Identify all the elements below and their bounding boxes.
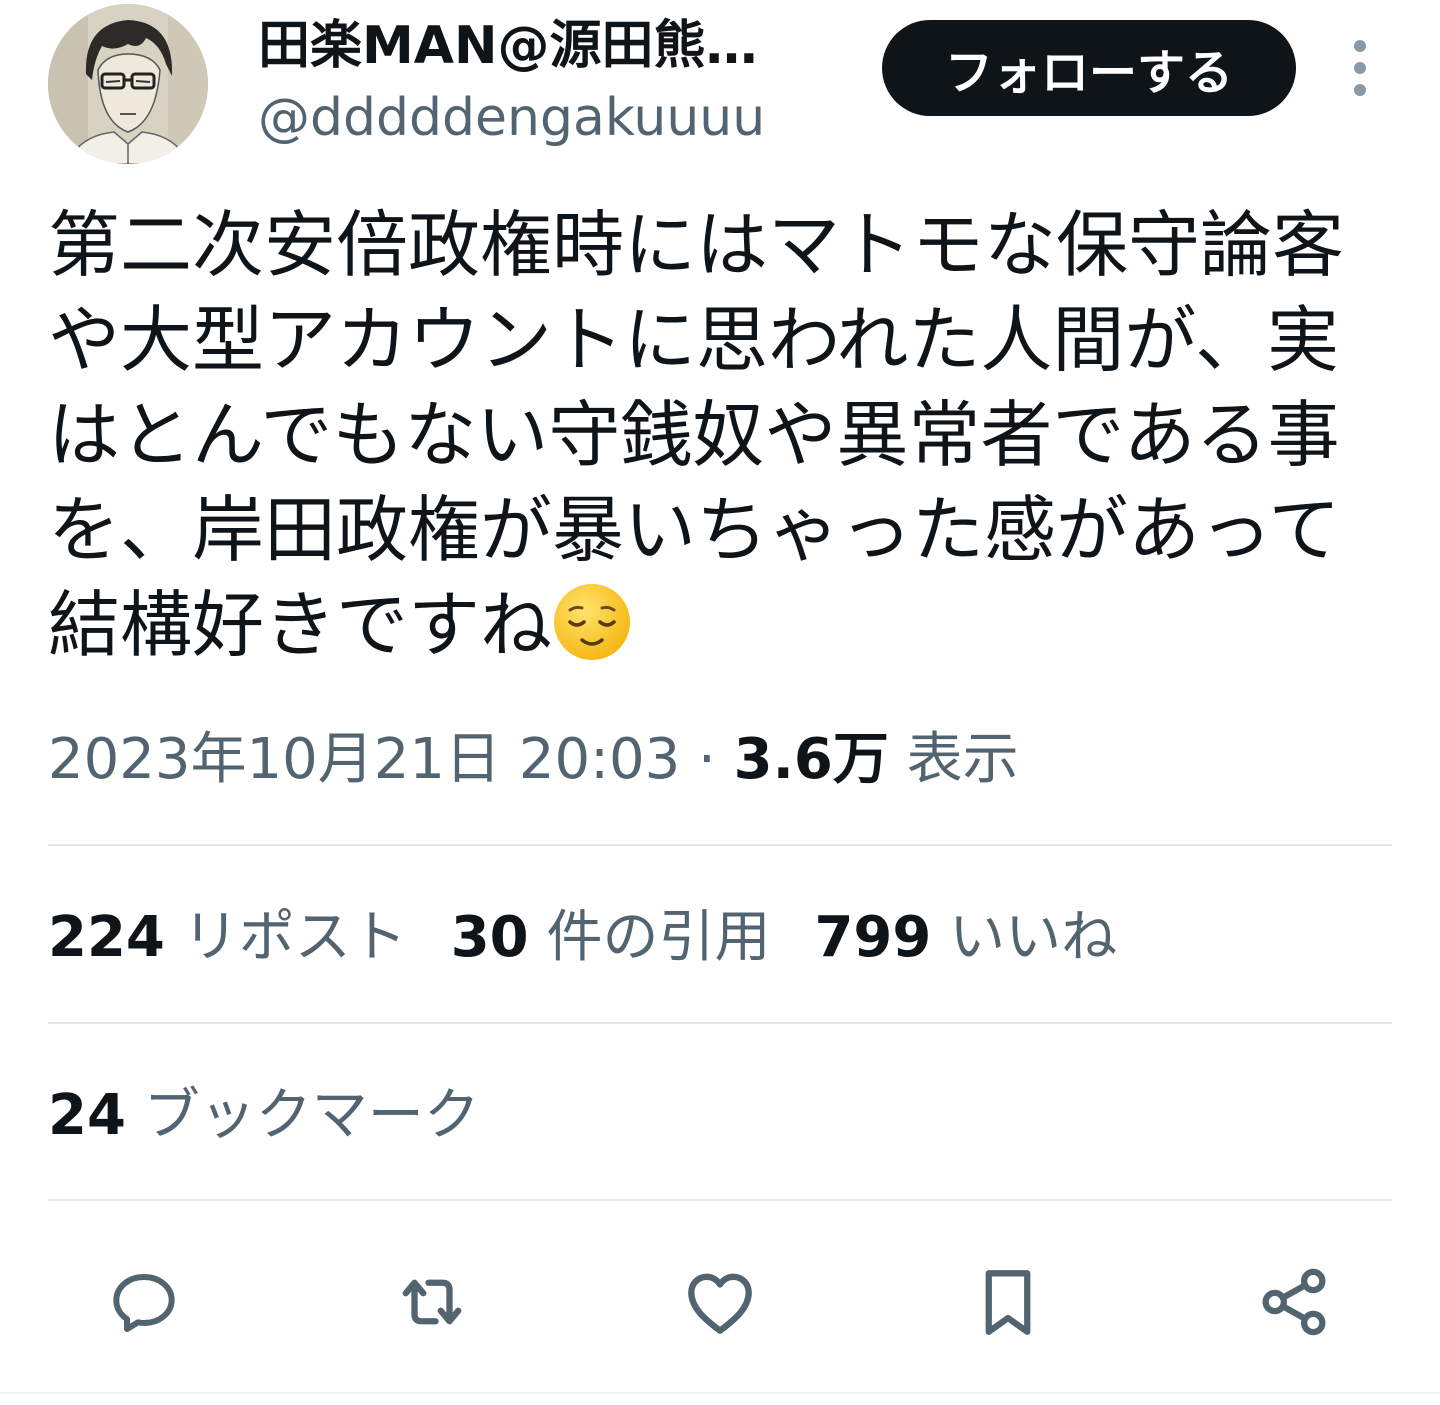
bottom-divider	[0, 1392, 1440, 1394]
manga-character-avatar-icon	[48, 4, 208, 164]
quotes-count: 30	[450, 905, 529, 970]
follow-button[interactable]: フォローする	[882, 20, 1296, 116]
tweet-body: 第二次安倍政権時にはマトモな保守論客や大型アカウントに思われた人間が、実はとんで…	[48, 203, 1345, 667]
avatar[interactable]	[48, 4, 208, 164]
engagement-stats: 224 リポスト 30 件の引用 799 いいね	[48, 900, 1161, 976]
likes-count: 799	[814, 905, 932, 970]
bookmarks-count: 24	[48, 1083, 126, 1148]
more-options-button[interactable]	[1340, 36, 1380, 100]
bookmarks-stat[interactable]: 24 ブックマーク	[48, 1078, 480, 1154]
bookmarks-label: ブックマーク	[125, 1083, 480, 1148]
reply-button[interactable]	[96, 1254, 192, 1350]
tweet-meta: 2023年10月21日 20:03 · 3.6万 表示	[48, 722, 1019, 798]
share-button[interactable]	[1246, 1254, 1342, 1350]
quotes-label: 件の引用	[528, 905, 771, 970]
meta-separator: ·	[680, 727, 734, 792]
views-label: 表示	[888, 727, 1019, 792]
tweet-detail: 田楽MAN@源田熊… @dddddengakuuuu フォローする 第二次安倍政…	[0, 0, 1440, 1405]
retweet-icon	[402, 1279, 462, 1325]
likes-stat[interactable]: 799 いいね	[814, 905, 1117, 970]
tweet-text: 第二次安倍政権時にはマトモな保守論客や大型アカウントに思われた人間が、実はとんで…	[48, 198, 1358, 673]
like-button[interactable]	[672, 1254, 768, 1350]
views-count[interactable]: 3.6万	[734, 727, 889, 792]
relieved-face-emoji-icon	[554, 584, 631, 660]
more-vertical-icon	[1354, 40, 1366, 96]
bookmark-icon	[985, 1270, 1031, 1335]
divider	[48, 1022, 1392, 1024]
likes-label: いいね	[931, 905, 1118, 970]
display-name[interactable]: 田楽MAN@源田熊…	[258, 14, 758, 78]
like-icon	[688, 1273, 752, 1334]
share-icon	[1262, 1268, 1326, 1336]
reposts-count: 224	[48, 905, 165, 970]
reply-icon	[113, 1274, 175, 1332]
user-handle[interactable]: @dddddengakuuuu	[258, 86, 765, 150]
reposts-stat[interactable]: 224 リポスト	[48, 905, 407, 970]
reposts-label: リポスト	[164, 905, 407, 970]
bookmark-button[interactable]	[960, 1254, 1056, 1350]
divider	[48, 844, 1392, 846]
quotes-stat[interactable]: 30 件の引用	[451, 905, 771, 970]
retweet-button[interactable]	[384, 1254, 480, 1350]
timestamp[interactable]: 2023年10月21日 20:03	[48, 727, 680, 792]
divider	[48, 1199, 1392, 1201]
